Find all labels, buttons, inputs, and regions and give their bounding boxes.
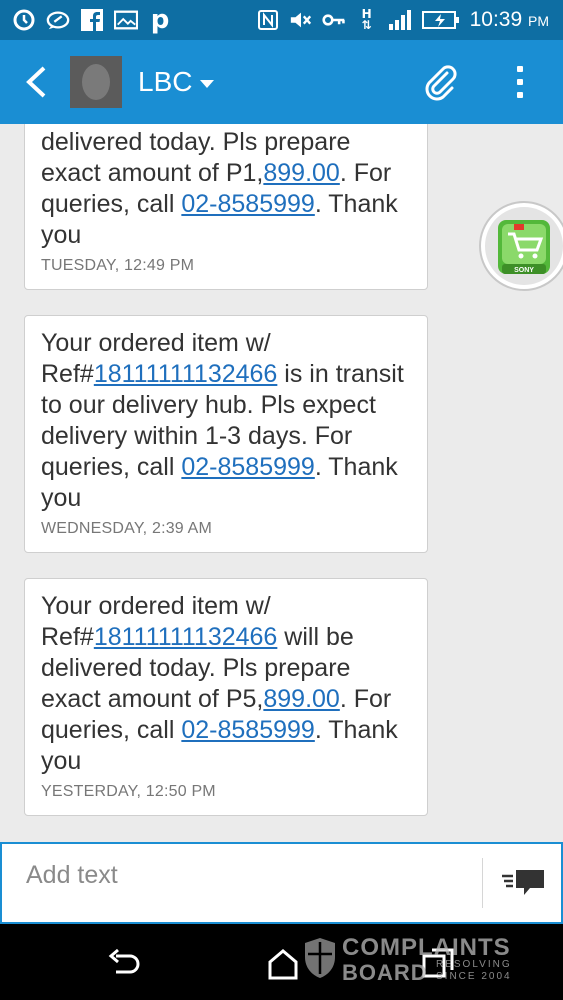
shield-logo-icon (305, 938, 335, 978)
message-text: delivered today. Pls prepare exact amoun… (41, 127, 413, 251)
hspa-icon: H ⇅ (361, 7, 372, 32)
nfc-icon (256, 8, 280, 32)
app-bar: LBC (0, 40, 563, 124)
message-text: Your ordered item w/ Ref#18111111132466 … (41, 328, 413, 514)
back-button[interactable] (12, 52, 60, 112)
message-link[interactable]: 18111111132466 (94, 360, 278, 388)
mute-icon (289, 8, 313, 32)
watermark-resolving: RESOLVING (436, 959, 512, 970)
message-bubble[interactable]: Your ordered item w/ Ref#18111111132466 … (24, 578, 428, 816)
whatsapp-icon (46, 8, 70, 32)
photo-icon (114, 8, 138, 32)
composer-divider (482, 858, 483, 908)
chat-head-label: SONY (514, 267, 534, 274)
nav-back-icon (108, 948, 140, 974)
message-link[interactable]: 18111111132466 (94, 623, 278, 651)
message-link[interactable]: 02-8585999 (181, 190, 314, 218)
avatar[interactable] (70, 56, 122, 108)
vpn-key-icon (322, 8, 346, 32)
watermark-since: SINCE 2004 (436, 971, 512, 982)
back-arrow-icon (26, 66, 46, 98)
floating-chat-head[interactable]: SONY (476, 198, 563, 294)
attach-button[interactable] (420, 62, 460, 102)
nav-home-button[interactable] (266, 944, 300, 984)
message-text: Your ordered item w/ Ref#18111111132466 … (41, 591, 413, 777)
send-message-icon (502, 870, 544, 895)
overflow-dot (517, 66, 523, 72)
home-icon (268, 949, 298, 980)
chevron-down-icon (200, 80, 215, 88)
battery-charging-icon (421, 8, 461, 32)
message-time: WEDNESDAY, 2:39 AM (41, 520, 213, 537)
sync-icon (12, 8, 36, 32)
complaints-board-watermark: COMPLAINTS BOARD RESOLVING SINCE 2004 (300, 928, 540, 988)
status-time: 10:39 PM (469, 8, 549, 31)
watermark-title: COMPLAINTS (342, 934, 511, 961)
send-button[interactable] (500, 868, 546, 902)
message-list[interactable]: delivered today. Pls prepare exact amoun… (0, 124, 563, 842)
message-bubble[interactable]: Your ordered item w/ Ref#18111111132466 … (24, 315, 428, 553)
facebook-icon (80, 8, 104, 32)
watermark-subtitle: RESOLVING SINCE 2004 (436, 959, 512, 983)
overflow-dot (517, 79, 523, 85)
composer (0, 842, 563, 924)
attach-icon (425, 65, 457, 101)
status-bar: p H ⇅ 10:39 PM (0, 0, 563, 40)
overflow-menu-button[interactable] (505, 58, 535, 106)
message-link[interactable]: 02-8585999 (181, 716, 314, 744)
message-link[interactable]: 899.00 (263, 159, 339, 187)
message-bubble[interactable]: delivered today. Pls prepare exact amoun… (24, 124, 428, 290)
shopping-cart-app-icon: SONY (479, 201, 563, 291)
message-time: TUESDAY, 12:49 PM (41, 257, 195, 274)
message-time: YESTERDAY, 12:50 PM (41, 783, 216, 800)
nav-back-button[interactable] (104, 944, 144, 984)
watermark-board: BOARD (342, 960, 428, 985)
message-input[interactable] (24, 854, 458, 896)
contact-name: LBC (138, 66, 193, 97)
contact-selector[interactable]: LBC (138, 66, 215, 98)
signal-icon (388, 8, 412, 32)
message-link[interactable]: 899.00 (263, 685, 339, 713)
paypal-icon: p (150, 5, 170, 35)
overflow-dot (517, 92, 523, 98)
message-link[interactable]: 02-8585999 (181, 453, 314, 481)
